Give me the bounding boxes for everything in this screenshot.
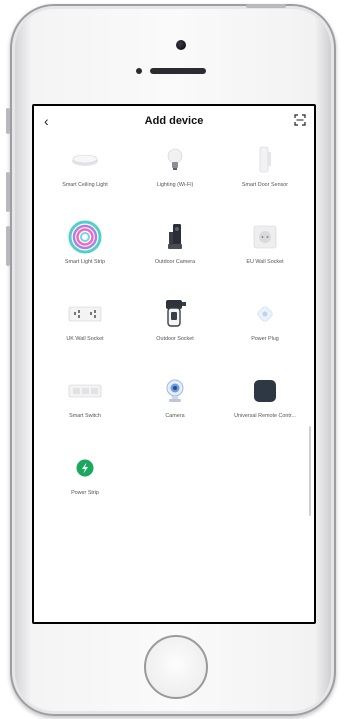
device-tile-smart-door-sensor[interactable]: Smart Door Sensor [220,142,310,219]
device-label: Power Plug [251,336,279,342]
device-label: EU Wall Socket [246,259,284,265]
device-label: Outdoor Socket [156,336,194,342]
proximity-sensor [136,68,142,74]
light-bulb-icon [167,148,183,170]
camera-icon [166,379,184,402]
device-label: Camera [165,413,185,419]
device-label: Power Strip [71,490,99,496]
home-button[interactable] [144,635,208,699]
device-label: Outdoor Camera [154,259,196,265]
device-tile-power-strip[interactable]: Power Strip [40,450,130,527]
device-label: Smart Light Strip [64,259,106,265]
device-tile-uk-wall-socket[interactable]: UK Wall Socket [40,296,130,373]
earpiece-speaker [150,68,206,74]
volume-up-button [6,172,10,212]
eu-socket-icon [253,225,277,249]
device-tile-smart-switch[interactable]: Smart Switch [40,373,130,450]
device-label: Universal Remote Contr... [234,413,296,419]
smart-switch-icon [68,384,102,398]
device-tile-camera[interactable]: Camera [130,373,220,450]
door-sensor-icon [259,146,271,173]
device-label: Smart Switch [69,413,101,419]
outdoor-socket-icon [166,300,186,327]
uk-socket-icon [68,306,102,322]
back-button[interactable]: ‹ [44,112,49,130]
scrollbar[interactable] [309,426,311,516]
ceiling-light-icon [72,154,98,166]
app-header: ‹ Add device [34,106,314,136]
scan-icon[interactable] [294,114,306,126]
device-label: Lighting (Wi-Fi) [156,182,194,188]
phone-screen: ‹ Add device Smart Ceiling Light Lightin… [32,104,316,624]
device-label: Smart Ceiling Light [62,182,108,188]
device-tile-smart-light-strip[interactable]: Smart Light Strip [40,219,130,296]
remote-control-icon [254,380,276,402]
add-device-screen: ‹ Add device Smart Ceiling Light Lightin… [34,106,314,622]
outdoor-camera-icon [168,224,182,249]
device-grid: Smart Ceiling Light Lighting (Wi-Fi) Sma… [40,142,310,527]
device-tile-universal-remote[interactable]: Universal Remote Contr... [220,373,310,450]
device-tile-outdoor-camera[interactable]: Outdoor Camera [130,219,220,296]
power-plug-icon [257,306,273,322]
page-title: Add device [144,115,204,127]
power-button [246,4,286,8]
device-label: Smart Door Sensor [241,182,289,188]
mute-switch [6,108,10,134]
volume-down-button [6,226,10,266]
device-label: UK Wall Socket [66,336,104,342]
device-tile-eu-wall-socket[interactable]: EU Wall Socket [220,219,310,296]
device-tile-outdoor-socket[interactable]: Outdoor Socket [130,296,220,373]
device-tile-smart-ceiling-light[interactable]: Smart Ceiling Light [40,142,130,219]
device-tile-lighting-wifi[interactable]: Lighting (Wi-Fi) [130,142,220,219]
light-strip-icon [68,220,102,254]
front-camera [176,40,186,50]
device-tile-power-plug[interactable]: Power Plug [220,296,310,373]
power-strip-icon [76,459,94,477]
